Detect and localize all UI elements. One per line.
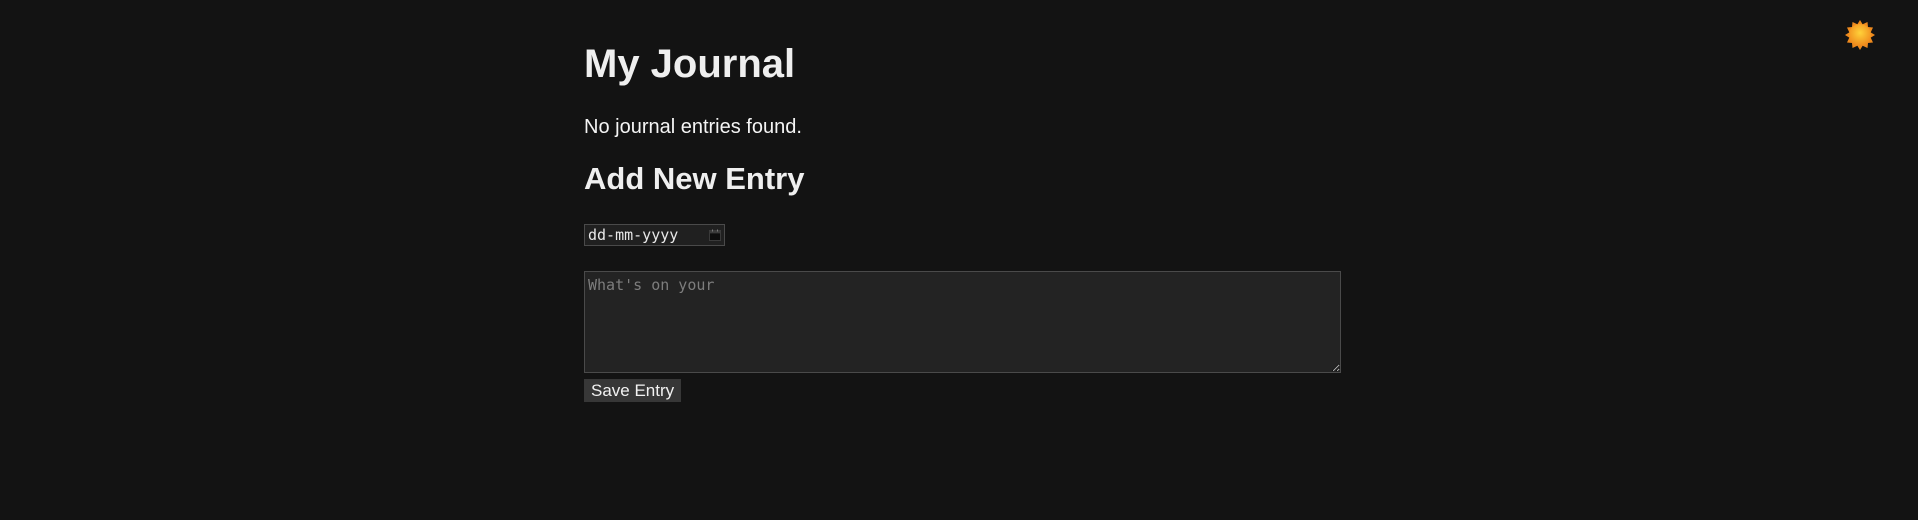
entry-textarea[interactable] [584,271,1341,373]
date-input[interactable]: dd-mm-yyyy [584,224,725,246]
theme-toggle-button[interactable] [1844,19,1876,51]
sun-icon [1845,20,1875,50]
date-placeholder: dd-mm-yyyy [588,226,679,244]
save-entry-button[interactable]: Save Entry [584,379,682,402]
calendar-icon[interactable] [709,229,721,241]
add-entry-heading: Add New Entry [584,161,805,196]
empty-entries-message: No journal entries found. [584,116,802,138]
page-title: My Journal [584,42,796,86]
